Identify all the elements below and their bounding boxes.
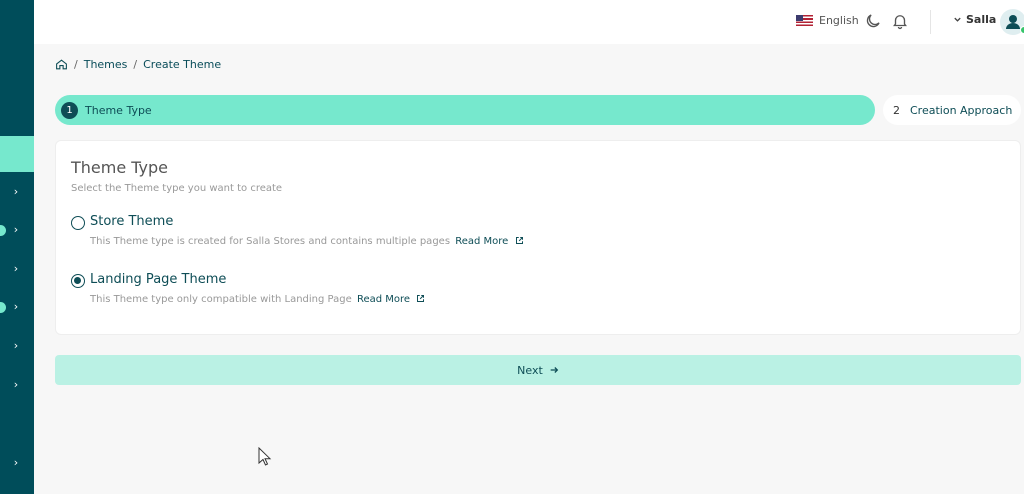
- sidebar-expand-chevron-icon[interactable]: ›: [11, 456, 21, 470]
- home-icon[interactable]: [55, 58, 68, 71]
- card-title: Theme Type: [71, 158, 169, 177]
- option-label: Store Theme: [90, 214, 174, 229]
- sidebar-expand-chevron-icon[interactable]: ›: [11, 300, 21, 314]
- breadcrumb-item-create-theme: Create Theme: [143, 58, 222, 71]
- sidebar-expand-chevron-icon[interactable]: ›: [11, 223, 21, 237]
- step-creation-approach[interactable]: 2 Creation Approach: [883, 95, 1021, 125]
- next-button-label: Next: [517, 363, 543, 377]
- avatar[interactable]: [1000, 9, 1024, 35]
- option-description-text: This Theme type is created for Salla Sto…: [90, 236, 451, 247]
- sidebar-expand-chevron-icon[interactable]: ›: [11, 339, 21, 353]
- chevron-down-icon: [954, 17, 961, 22]
- mouse-cursor-icon: [258, 447, 272, 466]
- sidebar-expand-chevron-icon[interactable]: ›: [11, 262, 21, 276]
- language-switcher[interactable]: English: [796, 14, 859, 27]
- moon-icon[interactable]: [864, 12, 882, 30]
- option-label: Landing Page Theme: [90, 272, 227, 287]
- read-more-link[interactable]: Read More: [455, 236, 508, 247]
- breadcrumb-separator: /: [133, 58, 138, 71]
- breadcrumb-separator: /: [74, 58, 78, 71]
- external-link-icon[interactable]: [515, 236, 524, 245]
- breadcrumb: / Themes / Create Theme: [55, 58, 221, 71]
- step-label: Theme Type: [85, 103, 152, 117]
- sidebar-item-active[interactable]: [0, 136, 34, 172]
- theme-type-card: Theme Type Select the Theme type you wan…: [55, 140, 1021, 335]
- card-subtitle: Select the Theme type you want to create: [71, 183, 283, 194]
- bell-icon[interactable]: [891, 12, 909, 30]
- read-more-link[interactable]: Read More: [357, 294, 410, 305]
- landing-page-theme-radio[interactable]: [71, 274, 85, 288]
- next-button[interactable]: Next: [55, 355, 1021, 385]
- sidebar-badge: [0, 302, 6, 313]
- us-flag-icon: [796, 15, 813, 26]
- store-theme-radio[interactable]: [71, 216, 85, 230]
- step-number: 1: [61, 101, 78, 119]
- user-name: Salla: [966, 13, 997, 26]
- step-theme-type[interactable]: 1 Theme Type: [55, 95, 875, 125]
- language-label: English: [819, 14, 859, 27]
- external-link-icon[interactable]: [416, 294, 425, 303]
- divider: [930, 10, 931, 34]
- user-menu[interactable]: Salla: [953, 13, 996, 26]
- sidebar: › › › › › › ›: [0, 0, 34, 494]
- top-bar: English Salla: [34, 0, 1024, 44]
- breadcrumb-item-themes[interactable]: Themes: [84, 58, 128, 71]
- option-description: This Theme type only compatible with Lan…: [90, 294, 425, 305]
- option-description: This Theme type is created for Salla Sto…: [90, 236, 524, 247]
- sidebar-expand-chevron-icon[interactable]: ›: [11, 185, 21, 199]
- option-description-text: This Theme type only compatible with Lan…: [90, 294, 352, 305]
- online-status-dot: [1020, 26, 1024, 34]
- sidebar-badge: [0, 225, 6, 236]
- sidebar-expand-chevron-icon[interactable]: ›: [11, 378, 21, 392]
- arrow-right-icon: [550, 367, 559, 373]
- step-label: Creation Approach: [910, 103, 1013, 117]
- step-number: 2: [893, 103, 900, 117]
